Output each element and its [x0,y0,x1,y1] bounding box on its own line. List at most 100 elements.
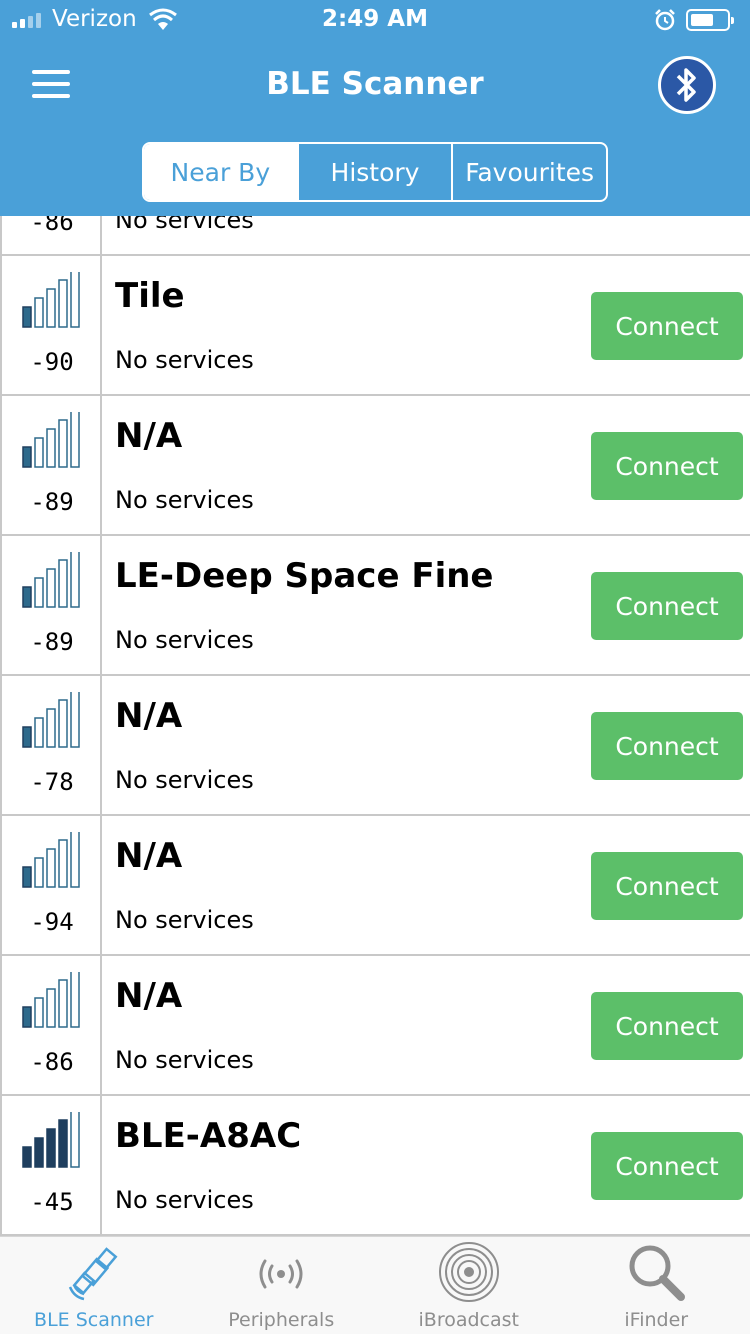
signal-bar [46,988,56,1028]
signal-strength-icon [22,972,80,1028]
connect-button[interactable]: Connect [591,572,743,640]
signal-bar [70,412,80,468]
cellular-signal-icon [12,12,41,28]
list-item[interactable]: -89 LE-Deep Space Fine No services Conne… [0,536,750,676]
signal-bar [22,306,32,328]
tab-label: iFinder [624,1309,689,1331]
signal-bar [58,559,68,608]
services-label: No services [115,766,254,794]
signal-bar [70,692,80,748]
list-item[interactable]: -89 N/A No services Connect [0,396,750,536]
signal-bar [70,1112,80,1168]
signal-strength-icon [22,692,80,748]
tab-peripherals[interactable]: Peripherals [188,1237,376,1334]
signal-bar [46,848,56,888]
tab-label: Peripherals [228,1309,335,1331]
rssi-value: -86 [30,1048,74,1076]
rssi-value: -78 [30,768,74,796]
list-item[interactable]: -86 N/A No services Connect [0,956,750,1096]
rssi-value: -94 [30,908,74,936]
tab-label: BLE Scanner [34,1309,154,1331]
services-label: No services [115,906,254,934]
tab-ibroadcast[interactable]: iBroadcast [375,1237,563,1334]
tab-near-by[interactable]: Near By [144,144,297,200]
signal-bar [46,1128,56,1168]
device-name: Tile [115,276,185,316]
signal-bar [34,437,44,468]
signal-strength-icon [22,272,80,328]
rssi-value: -89 [30,628,74,656]
services-label: No services [115,1186,254,1214]
services-label: No services [115,486,254,514]
connect-button[interactable]: Connect [591,292,743,360]
signal-bar [34,857,44,888]
device-name: N/A [115,416,183,456]
rssi-value: -86 [30,216,74,236]
page-title: BLE Scanner [266,66,484,102]
list-item[interactable]: -86 No services [0,216,750,256]
signal-bar [46,288,56,328]
connect-button[interactable]: Connect [591,1132,743,1200]
services-label: No services [115,1046,254,1074]
rssi-value: -90 [30,348,74,376]
signal-bar [46,568,56,608]
services-label: No services [115,216,254,234]
list-item[interactable]: -45 BLE-A8AC No services Connect [0,1096,750,1236]
signal-bar [22,726,32,748]
signal-bar [58,699,68,748]
battery-icon [686,9,734,31]
carrier-label: Verizon [52,6,137,32]
signal-bar [22,1006,32,1028]
signal-bar [22,446,32,468]
signal-bar [34,1137,44,1168]
signal-bar [58,979,68,1028]
services-label: No services [115,346,254,374]
tab-bar: BLE Scanner Peripherals iBroadcast iFind… [0,1236,750,1334]
device-name: N/A [115,696,183,736]
signal-strength-icon [22,412,80,468]
list-item[interactable]: -78 N/A No services Connect [0,676,750,816]
rssi-value: -45 [30,1188,74,1216]
list-item[interactable]: -90 Tile No services Connect [0,256,750,396]
signal-bar [34,577,44,608]
connect-button[interactable]: Connect [591,712,743,780]
device-name: N/A [115,836,183,876]
alarm-icon [655,9,675,31]
connect-button[interactable]: Connect [591,852,743,920]
device-name: N/A [115,976,183,1016]
signal-strength-icon [22,832,80,888]
device-name: BLE-A8AC [115,1116,302,1156]
device-name: LE-Deep Space Fine [115,556,494,596]
signal-bar [58,1119,68,1168]
signal-bar [22,1146,32,1168]
tab-ble-scanner[interactable]: BLE Scanner [0,1237,188,1334]
signal-bar [22,586,32,608]
signal-bar [58,279,68,328]
signal-bar [70,272,80,328]
segmented-control: Near By History Favourites [142,142,608,202]
signal-bar [46,428,56,468]
tab-label: iBroadcast [418,1309,519,1331]
signal-bar [34,297,44,328]
device-list[interactable]: -86 No services -90 Tile No services Con… [0,216,750,1236]
signal-bar [70,832,80,888]
status-bar: Verizon 2:49 AM [0,0,750,40]
signal-bar [70,972,80,1028]
connect-button[interactable]: Connect [591,992,743,1060]
list-item[interactable]: -94 N/A No services Connect [0,816,750,956]
signal-bar [58,839,68,888]
tab-history[interactable]: History [296,144,452,200]
signal-bar [58,419,68,468]
bluetooth-icon[interactable] [658,56,716,114]
connect-button[interactable]: Connect [591,432,743,500]
tab-favourites[interactable]: Favourites [451,144,606,200]
signal-bar [46,708,56,748]
signal-bar [70,552,80,608]
wifi-icon [149,8,177,30]
signal-strength-icon [22,1112,80,1168]
broadcast-signal-icon [259,1259,303,1289]
tab-ifinder[interactable]: iFinder [563,1237,750,1334]
signal-bar [22,866,32,888]
concentric-circles-icon [438,1242,499,1302]
signal-bar [34,717,44,748]
